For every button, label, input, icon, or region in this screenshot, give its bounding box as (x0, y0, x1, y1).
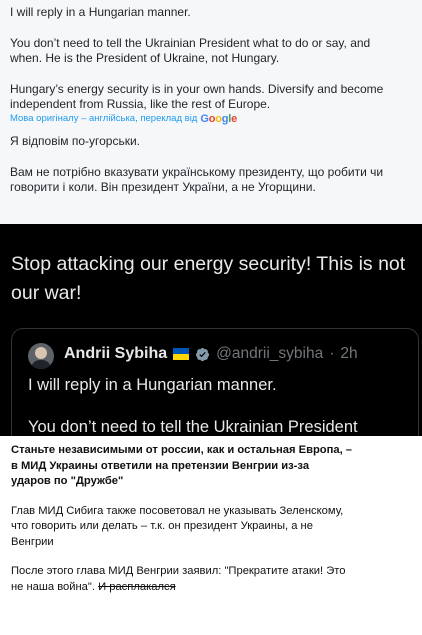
quoted-post-header: Andrii Sybiha @andrii_sybiha · 2h (64, 345, 358, 363)
tweet-uk-para2-b: говорити і коли. Він президент України, … (10, 180, 316, 194)
post-timestamp[interactable]: 2h (340, 345, 357, 363)
caption-p2-b: что говорить или делать – т.к. он презид… (11, 520, 313, 532)
post-line1: Stop attacking our energy security! This… (11, 253, 406, 275)
post-text: Stop attacking our energy security! This… (11, 250, 416, 308)
tweet-en-para2-a: You don’t need to tell the Ukrainian Pre… (10, 36, 371, 50)
tweet-uk-line1: Я відповім по-угорськи. (10, 134, 141, 148)
quoted-post-body: I will reply in a Hungarian manner. You … (28, 375, 408, 436)
verified-badge-icon (196, 347, 210, 361)
caption-headline-c: ударов по "Дружбе" (11, 475, 124, 487)
tweet-en-para3-a: Hungary’s energy security is in your own… (10, 82, 384, 96)
ukraine-flag-icon (173, 348, 190, 360)
google-logo: Google (200, 113, 238, 125)
author-handle[interactable]: @andrii_sybiha (216, 345, 323, 363)
quoted-line1: I will reply in a Hungarian manner. (28, 376, 277, 394)
caption-headline-b: в МИД Украины ответили на претензии Венг… (11, 459, 310, 472)
translation-attribution[interactable]: Мова оригіналу – англійська, переклад ві… (10, 113, 412, 125)
tweet-en-para2-b: when. He is the President of Ukraine, no… (10, 51, 280, 65)
tweet-en-para3-b: independent from Russia, like the rest o… (10, 97, 271, 111)
caption-strikethrough: И расплакался (98, 580, 176, 593)
meta-separator: · (329, 345, 335, 362)
caption-p2-c: Венгрии (11, 535, 54, 548)
translated-tweet-panel: I will reply in a Hungarian manner. You … (0, 0, 422, 224)
caption-p3-b-row: не наша война". И расплакался (11, 580, 411, 596)
news-caption: Станьте независимыми от россии, как и ос… (0, 436, 422, 635)
author-name[interactable]: Andrii Sybiha (64, 345, 167, 363)
caption-p2-a: Глав МИД Сибига также посоветовал не ука… (11, 504, 344, 517)
tweet-en-line1: I will reply in a Hungarian manner. (10, 5, 191, 19)
translation-label[interactable]: Мова оригіналу – англійська, переклад ві… (10, 113, 197, 125)
quoted-line2: You don’t need to tell the Ukrainian Pre… (28, 418, 358, 436)
tweet-uk-para2-a: Вам не потрібно вказувати українському п… (10, 165, 384, 179)
caption-p3-b: не наша война". (11, 580, 95, 593)
caption-headline-a: Станьте независимыми от россии, как и ос… (11, 444, 353, 456)
avatar[interactable] (28, 343, 54, 369)
post-line2: our war! (11, 282, 82, 304)
dark-post-panel: Stop attacking our energy security! This… (0, 224, 422, 436)
quoted-post-card[interactable]: Andrii Sybiha @andrii_sybiha · 2h I will… (11, 328, 419, 436)
caption-p3-a: После этого глава МИД Венгрии заявил: "П… (11, 565, 346, 577)
